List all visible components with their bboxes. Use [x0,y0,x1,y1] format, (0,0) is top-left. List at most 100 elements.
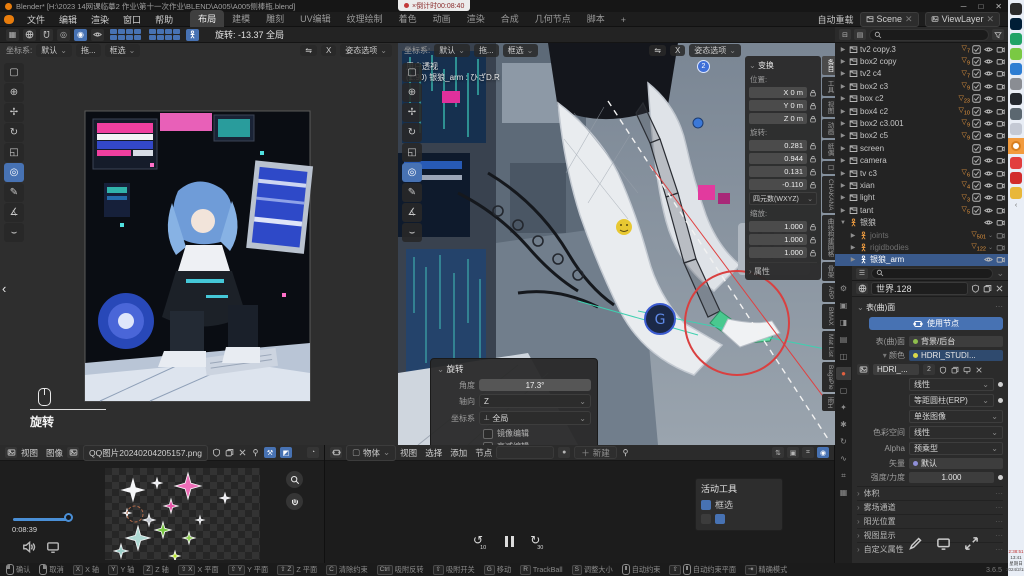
outliner-row-xian[interactable]: ▶xian▽4 [835,179,1008,191]
eye-visibility-icon[interactable] [984,206,993,215]
npanel-tab-ARP[interactable]: ARP [822,283,835,302]
checkbox-icon[interactable] [972,69,981,78]
minimize-button[interactable]: ─ [961,2,967,11]
image-copy-icon[interactable] [951,366,959,374]
scale-tool-icon[interactable]: ◱ [4,143,24,162]
armature-layers-group-2[interactable] [149,29,180,40]
app-blue-1[interactable] [1010,63,1022,75]
expand-caret-icon[interactable]: ▶ [839,46,847,53]
image-fake-user-icon[interactable] [939,366,947,374]
menu-窗口[interactable]: 窗口 [116,13,148,26]
zoom-tool-button[interactable] [286,471,303,488]
axis-x-button[interactable]: X [670,45,685,56]
npanel-tab-BMAX[interactable]: BMAX [822,304,835,328]
maximize-button[interactable]: □ [978,2,983,11]
camera-visibility-icon[interactable] [996,82,1005,91]
properties-tab-render[interactable]: ▣ [836,299,851,312]
outliner-row-screen[interactable]: ▶screen [835,142,1008,154]
link-chevron-icon[interactable]: ⌄ [988,244,993,251]
snap-magnet-icon[interactable] [40,29,53,41]
app-active[interactable] [1008,138,1024,154]
npanel-tab-条目[interactable]: 条目 [822,56,835,75]
outliner-search-input[interactable] [869,29,989,41]
expand-caret-icon[interactable]: ▶ [849,256,857,263]
workspace-tab-动画[interactable]: 动画 [425,10,459,27]
outliner-row-rigidbodies[interactable]: ▶rigidbodies▽122⌄ [835,241,1008,253]
world-name-field[interactable]: 世界.128 [871,282,968,295]
properties-tab-data[interactable]: ⌗ [836,469,851,482]
transform-tool-icon[interactable]: ◎ [4,163,24,182]
menu-编辑[interactable]: 编辑 [52,13,84,26]
camera-visibility-icon[interactable] [996,181,1005,190]
expand-caret-icon[interactable]: ▶ [839,70,847,77]
checkbox-icon[interactable] [972,144,981,153]
expand-caret-icon[interactable]: ▶ [849,232,857,239]
eye-visibility-icon[interactable] [984,82,993,91]
image-pack-icon[interactable] [963,366,971,374]
measure-tool-icon[interactable]: ∡ [4,203,24,222]
angle-field[interactable]: 17.3° [479,379,591,391]
lock-icon[interactable] [809,89,817,97]
image-name-field[interactable]: QQ图片20240204205157.png [83,445,208,461]
image-icon[interactable] [857,364,869,375]
workspace-tab-几何节点[interactable]: 几何节点 [527,10,579,27]
npanel-tab-CHAKANA[interactable]: CHAKANA [822,176,835,213]
use-nodes-button[interactable]: 使用节点 [869,317,1003,330]
checkbox-icon[interactable] [972,94,981,103]
playback-handle[interactable] [64,513,73,522]
proportional-edit-icon[interactable]: ◎ [57,29,70,41]
rotation-field-0[interactable]: 0.281 [749,140,807,151]
expand-icon[interactable] [964,536,979,551]
mirror-edit-checkbox[interactable]: 镜像编辑 [483,428,591,439]
annotate-tool-icon[interactable]: ✎ [4,183,24,202]
projection-dropdown[interactable]: 等距圆柱(ERP)⌄ [909,394,994,407]
outliner-row-box4 c2[interactable]: ▶box4 c2▽10 [835,105,1008,117]
material-slot-field[interactable] [496,446,554,459]
box-select-tool-icon[interactable] [701,500,711,510]
scale-field-1[interactable]: 1.000 [749,234,807,245]
eye-visibility-icon[interactable] [984,193,993,202]
checkbox-icon[interactable] [972,131,981,140]
rotate-tool-icon[interactable]: ↻ [4,123,24,142]
properties-tab-physics[interactable]: ↻ [836,435,851,448]
rotate-operator-panel[interactable]: ⌄ 旋转 角度 17.3° 轴向 Z⌄ 坐标系 ⟂全局⌄ 镜像编辑 衰减编辑 [430,358,598,445]
outliner-row-joints[interactable]: ▶joints▽501⌄ [835,229,1008,241]
forward-30-button[interactable]: ↻30 [530,533,546,549]
pose-icon[interactable] [186,29,199,41]
npanel-tab-动画[interactable]: 动画 [822,119,835,138]
filter-icon[interactable] [992,29,1004,40]
sidebar-expand-chevron[interactable]: ‹ [2,281,6,296]
image-copy-icon[interactable] [225,448,234,457]
npanel-tab-纸偶[interactable]: 纸偶 [822,140,835,159]
blender-menu-icon[interactable] [4,15,14,24]
image-name-field[interactable]: HDRI_... [873,364,919,375]
outliner-row-light[interactable]: ▶light▽3 [835,192,1008,204]
viewport-3d[interactable]: G 坐标系: 默认⌄ 拖... 框选⌄ ⇋ X 姿态选项⌄ [398,43,836,445]
app-yellow-1[interactable] [1010,187,1022,199]
rotation-field-3[interactable]: -0.110 [749,179,807,190]
workspace-tab-纹理绘制[interactable]: 纹理绘制 [339,10,391,27]
material-sphere-icon[interactable]: ● [558,447,570,458]
workspace-tab-渲染[interactable]: 渲染 [459,10,493,27]
properties-tab-constraints[interactable]: ∿ [836,452,851,465]
checkbox-icon[interactable] [972,107,981,116]
outliner-row-camera[interactable]: ▶camera [835,155,1008,167]
scale-field-2[interactable]: 1.000 [749,247,807,258]
camera-visibility-icon[interactable] [996,206,1005,215]
workspace-tab-UV编辑[interactable]: UV编辑 [292,10,339,27]
outliner-row-银狼[interactable]: ▼银狼 [835,216,1008,228]
app-green-2[interactable] [1010,48,1022,60]
outliner-row-tant[interactable]: ▶tant▽5 [835,204,1008,216]
scene-unlink-icon[interactable]: ✕ [905,14,913,25]
image-menu-视图[interactable]: 视图 [21,447,38,459]
cursor-tool-icon[interactable]: ⊕ [4,83,24,102]
display-icon[interactable] [46,540,60,554]
editor-type-icon[interactable] [5,447,17,458]
mask-mode-icon[interactable]: ◩ [280,447,292,458]
scale-tool-icon[interactable]: ◱ [402,143,422,162]
orientation-dropdown[interactable]: 默认⌄ [434,44,470,57]
app-green-1[interactable] [1010,33,1022,45]
scene-selector[interactable]: Scene ✕ [860,12,919,27]
editor-type-icon[interactable] [330,447,342,458]
eye-visibility-icon[interactable] [984,107,993,116]
